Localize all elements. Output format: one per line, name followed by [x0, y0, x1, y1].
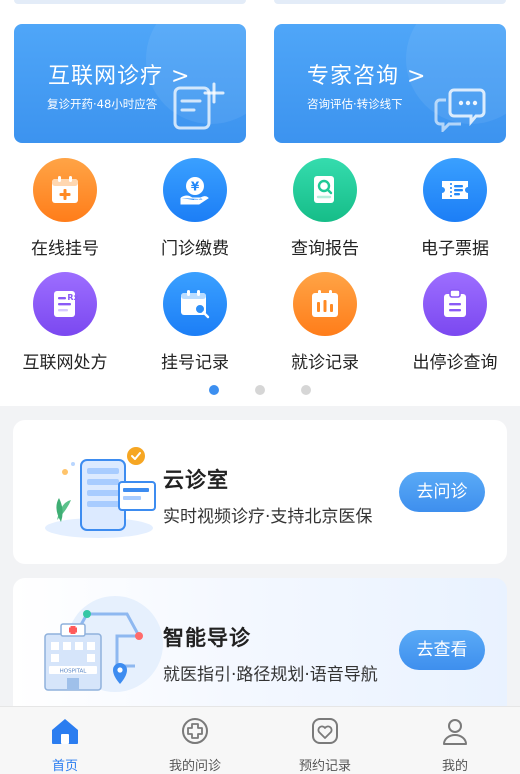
- svg-text:¥: ¥: [191, 180, 200, 194]
- pagination-dot[interactable]: [301, 385, 311, 395]
- grid-icon-bg: [423, 272, 487, 336]
- yuan-hand-icon: ¥: [180, 177, 209, 205]
- cloud-clinic-illustration: [45, 447, 156, 538]
- grid-icon-bg: ¥: [163, 158, 227, 222]
- banner-title: 互联网诊疗 >: [48, 64, 191, 89]
- top-strip: [14, 0, 246, 4]
- hospital-route-illustration: HOSPITAL: [44, 596, 163, 692]
- medical-cross-icon: [182, 718, 208, 744]
- tab-profile[interactable]: 我的: [390, 707, 520, 774]
- grid-icon-bg: [163, 272, 227, 336]
- grid-label: 查询报告: [291, 239, 359, 259]
- prescription-icon: Rx: [54, 291, 79, 317]
- tab-my-consultations[interactable]: 我的问诊: [130, 707, 260, 774]
- grid-item-outpatient-payment[interactable]: ¥ 门诊缴费: [135, 158, 255, 276]
- grid-label: 出停诊查询: [412, 353, 498, 373]
- grid-label: 互联网处方: [22, 353, 108, 373]
- top-strip: [274, 0, 506, 4]
- pagination-dot[interactable]: [255, 385, 265, 395]
- card-title: 云诊室: [163, 468, 229, 492]
- grid-label: 门诊缴费: [161, 239, 229, 259]
- tab-label: 首页: [51, 759, 78, 774]
- card-title: 智能导诊: [163, 626, 251, 650]
- banner-subtitle: 复诊开药·48小时应答: [47, 97, 158, 111]
- tab-label: 我的问诊: [168, 759, 221, 774]
- grid-label: 挂号记录: [161, 353, 229, 373]
- grid-icon-bg: [293, 158, 357, 222]
- view-button[interactable]: 去查看: [399, 630, 485, 670]
- tab-home[interactable]: 首页: [0, 707, 130, 774]
- pagination-dots: [0, 385, 520, 397]
- pagination-dot-active[interactable]: [209, 385, 219, 395]
- banner-subtitle: 咨询评估·转诊线下: [307, 97, 403, 111]
- tab-appointment-records[interactable]: 预约记录: [260, 707, 390, 774]
- card-description: 实时视频诊疗·支持北京医保: [163, 507, 373, 527]
- consult-button[interactable]: 去问诊: [399, 472, 485, 512]
- grid-label: 在线挂号: [31, 239, 99, 259]
- svg-text:Rx: Rx: [67, 293, 79, 302]
- grid-item-registration-records[interactable]: 挂号记录: [135, 272, 255, 390]
- person-icon: [443, 719, 467, 745]
- grid-item-clinic-suspension-query[interactable]: 出停诊查询: [395, 272, 515, 390]
- grid-item-visit-records[interactable]: 就诊记录: [265, 272, 385, 390]
- grid-icon-bg: [293, 272, 357, 336]
- clipboard-icon: [444, 289, 466, 317]
- top-section: 互联网诊疗 > 复诊开药·48小时应答 专家咨询 > 咨询评估·转诊线下 在线挂…: [0, 0, 520, 406]
- card-description: 就医指引·路径规划·语音导航: [163, 665, 378, 685]
- calendar-search-icon: [181, 290, 210, 319]
- chat-bubble-icon: [434, 88, 486, 132]
- grid-icon-bg: Rx: [33, 272, 97, 336]
- card-smart-guide[interactable]: HOSPITAL 智能导诊 就医指引·路径规划·语音导航 去查看: [13, 578, 507, 718]
- home-icon: [52, 719, 78, 744]
- grid-label: 电子票据: [421, 239, 489, 259]
- ticket-icon: [442, 181, 468, 199]
- report-search-icon: [314, 176, 334, 203]
- grid-label: 就诊记录: [291, 353, 359, 373]
- grid-item-internet-prescription[interactable]: Rx 互联网处方: [5, 272, 125, 390]
- banner-internet-clinic[interactable]: 互联网诊疗 > 复诊开药·48小时应答: [14, 24, 246, 143]
- calendar-plus-icon: [52, 176, 78, 203]
- banner-title: 专家咨询 >: [307, 64, 427, 89]
- grid-icon-bg: [33, 158, 97, 222]
- grid-item-online-registration[interactable]: 在线挂号: [5, 158, 125, 276]
- tab-label: 预约记录: [298, 759, 351, 774]
- grid-item-query-report[interactable]: 查询报告: [265, 158, 385, 276]
- tab-label: 我的: [441, 759, 468, 774]
- app-screen: 互联网诊疗 > 复诊开药·48小时应答 专家咨询 > 咨询评估·转诊线下 在线挂…: [0, 0, 520, 774]
- grid-icon-bg: [423, 158, 487, 222]
- add-document-icon: [173, 82, 225, 130]
- banner-expert-consult[interactable]: 专家咨询 > 咨询评估·转诊线下: [274, 24, 506, 143]
- svg-text:HOSPITAL: HOSPITAL: [60, 669, 88, 675]
- records-calendar-icon: [312, 290, 338, 317]
- heart-icon: [312, 718, 338, 744]
- bottom-tab-bar: 首页 我的问诊 预约记录 我的: [0, 706, 520, 774]
- grid-item-e-receipt[interactable]: 电子票据: [395, 158, 515, 276]
- card-cloud-clinic[interactable]: 云诊室 实时视频诊疗·支持北京医保 去问诊: [13, 420, 507, 564]
